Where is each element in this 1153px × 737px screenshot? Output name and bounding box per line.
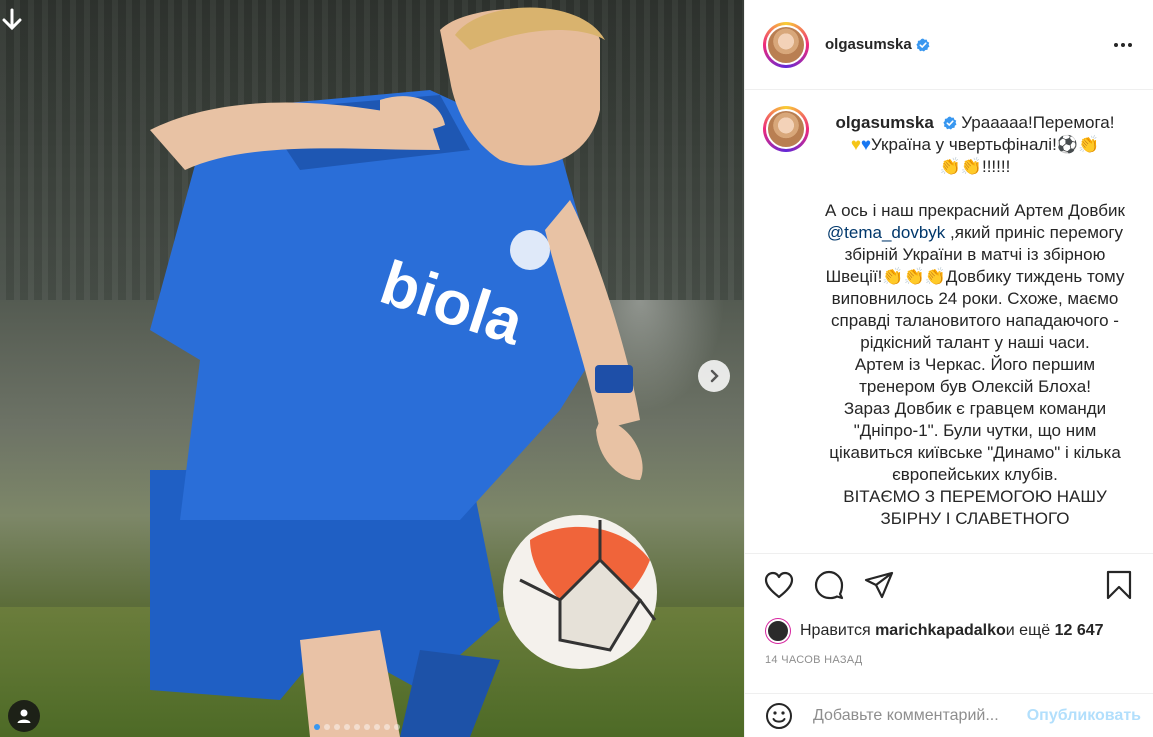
carousel-dot: [394, 724, 400, 730]
share-icon: [864, 571, 894, 599]
caption-username[interactable]: olgasumska: [836, 113, 934, 132]
author-avatar[interactable]: [763, 21, 809, 68]
yellow-heart-icon: ♥: [850, 135, 861, 154]
bookmark-icon: [1106, 570, 1132, 600]
liker-avatar[interactable]: [766, 619, 790, 643]
post-media[interactable]: biola: [0, 0, 744, 737]
verified-badge-icon: [942, 116, 957, 130]
like-button[interactable]: [763, 569, 795, 601]
save-button[interactable]: [1103, 569, 1135, 601]
caption-paragraph-1: А ось і наш прекрасний Артем Довбик @tem…: [825, 200, 1125, 354]
likes-prefix: Нравится: [800, 622, 871, 639]
chevron-right-icon: [710, 369, 719, 383]
emoji-button[interactable]: [763, 700, 795, 732]
blue-heart-icon: ♥: [860, 135, 872, 154]
carousel-dot: [324, 724, 330, 730]
carousel-dot: [354, 724, 360, 730]
caption-line-3: 👏👏!!!!!!: [939, 157, 1011, 176]
carousel-dot: [364, 724, 370, 730]
comment-input[interactable]: [813, 706, 1023, 725]
caption-author-avatar[interactable]: [763, 106, 809, 152]
comment-icon: [814, 570, 844, 600]
emoji-icon: [766, 702, 792, 729]
more-options-icon: [1114, 42, 1132, 47]
likes-summary: Нравится marichkapadalko и ещё 12 647: [745, 616, 1153, 646]
more-options-button[interactable]: [1111, 33, 1135, 57]
carousel-dot: [334, 724, 340, 730]
player-photo: biola: [150, 7, 657, 737]
caption-intro: Урааааа!Перемога!: [961, 113, 1115, 132]
carousel-indicator: [314, 724, 400, 730]
carousel-dot: [314, 724, 320, 730]
post-caption: olgasumska Урааааа!Перемога! ♥♥Україна у…: [763, 106, 1135, 530]
verified-badge-icon: [916, 38, 930, 51]
caption-line-2: Україна у чвертьфіналі!⚽👏: [871, 135, 1100, 154]
liker-username[interactable]: marichkapadalko: [875, 622, 1006, 640]
tagged-users-button[interactable]: [8, 700, 40, 732]
comments-section[interactable]: olgasumska Урааааа!Перемога! ♥♥Україна у…: [745, 90, 1153, 554]
next-slide-button[interactable]: [698, 360, 730, 392]
caption-paragraph-3: Зараз Довбик є гравцем команди "Дніпро-1…: [829, 399, 1121, 484]
mention-link[interactable]: @tema_dovbyk: [827, 223, 945, 242]
carousel-dot: [384, 724, 390, 730]
caption-paragraph-4: ВІТАЄМО З ПЕРЕМОГОЮ НАШУ ЗБІРНУ І СЛАВЕТ…: [843, 487, 1107, 528]
comment-button[interactable]: [813, 569, 845, 601]
post-timestamp[interactable]: 14 ЧАСОВ НАЗАД: [745, 646, 1153, 678]
add-comment-bar: Опубликовать: [745, 693, 1153, 737]
likes-count[interactable]: 12 647: [1055, 622, 1104, 640]
heart-icon: [764, 571, 794, 599]
post-actions: [745, 554, 1153, 616]
publish-button[interactable]: Опубликовать: [1027, 707, 1141, 725]
caption-paragraph-1-start: А ось і наш прекрасний Артем Довбик: [825, 201, 1125, 220]
likes-middle: и ещё: [1005, 622, 1051, 639]
share-button[interactable]: [863, 569, 895, 601]
carousel-dot: [344, 724, 350, 730]
caption-paragraph-2: Артем із Черкас. Його першим тренером бу…: [854, 355, 1096, 396]
post-header: olgasumska: [745, 0, 1153, 90]
post-details-panel: olgasumska olgasumska Урааааа!Перемога!: [744, 0, 1153, 737]
carousel-dot: [374, 724, 380, 730]
download-arrow-icon[interactable]: [2, 8, 22, 32]
user-tag-icon: [17, 709, 31, 723]
author-username[interactable]: olgasumska: [825, 36, 912, 53]
caption-paragraph-1-end: ,який приніс перемогу збірній України в …: [825, 223, 1125, 352]
caption-text: olgasumska Урааааа!Перемога! ♥♥Україна у…: [825, 112, 1125, 530]
